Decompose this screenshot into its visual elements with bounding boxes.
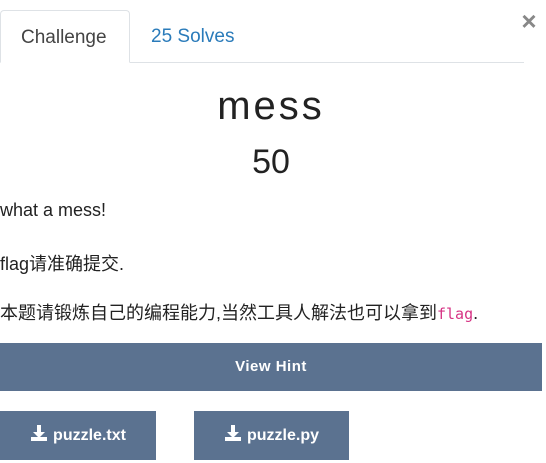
download-puzzle-py-button[interactable]: puzzle.py	[194, 411, 349, 460]
description-line-3: 本题请锻炼自己的编程能力,当然工具人解法也可以拿到flag.	[0, 299, 542, 325]
view-hint-button[interactable]: View Hint	[0, 343, 542, 391]
description-line-1: what a mess!	[0, 200, 107, 220]
file-label: puzzle.txt	[53, 427, 126, 444]
tab-challenge[interactable]: Challenge	[0, 10, 130, 63]
close-icon[interactable]: ×	[518, 8, 540, 34]
challenge-modal: Challenge 25 Solves × mess 50 what a mes…	[0, 0, 546, 463]
description-line-3-end: .	[473, 303, 479, 323]
challenge-value: 50	[252, 143, 290, 181]
challenge-name: mess	[217, 84, 325, 128]
download-icon	[224, 425, 241, 441]
download-puzzle-txt-button[interactable]: puzzle.txt	[0, 411, 156, 460]
tab-solves[interactable]: 25 Solves	[131, 10, 254, 62]
tab-bar: Challenge 25 Solves	[0, 10, 524, 63]
description-line-2: flag请准确提交.	[0, 254, 125, 274]
description-line-3-text: 本题请锻炼自己的编程能力,当然工具人解法也可以拿到	[0, 303, 437, 323]
flag-code: flag	[437, 305, 474, 323]
file-label: puzzle.py	[246, 427, 319, 444]
download-icon	[31, 425, 48, 441]
